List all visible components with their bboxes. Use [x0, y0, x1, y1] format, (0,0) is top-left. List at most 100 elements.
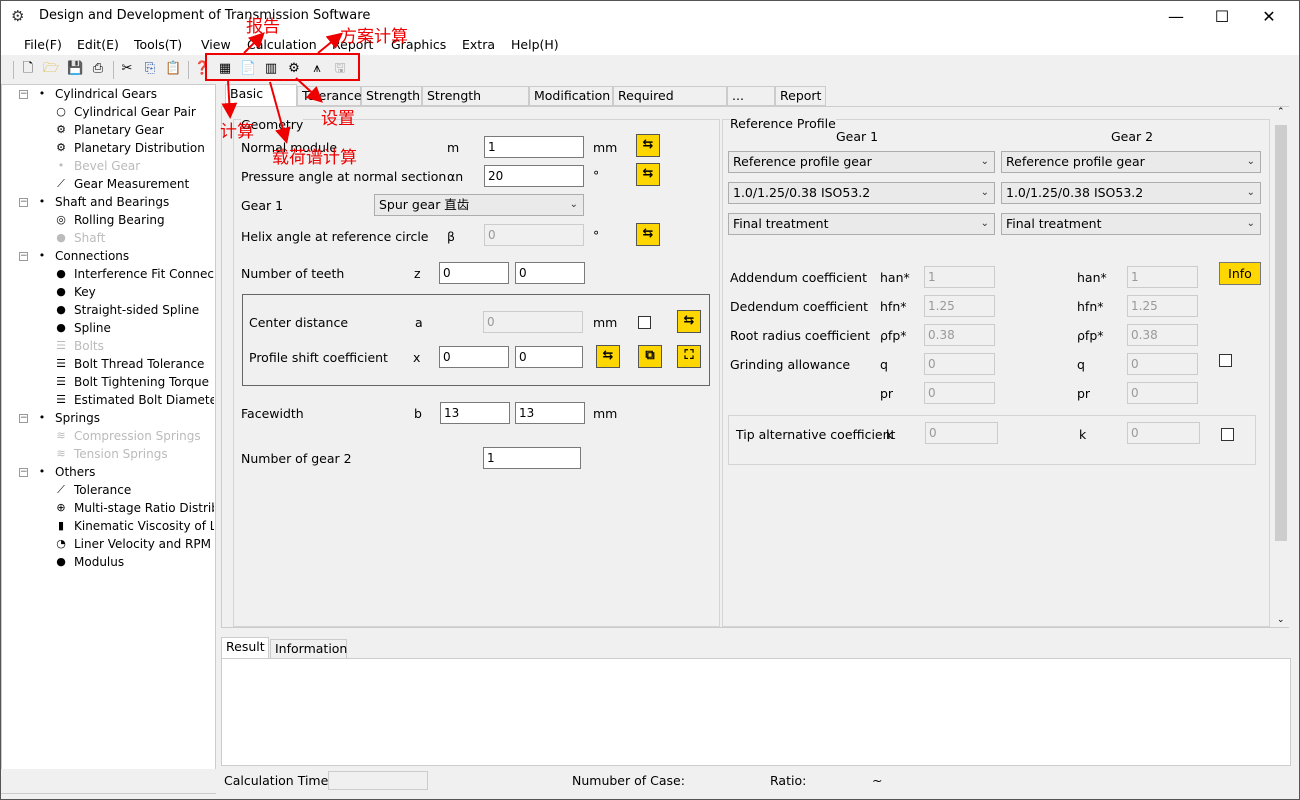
tree-item[interactable]: ○ Cylindrical Gear Pair: [2, 103, 214, 121]
center-distance-checkbox[interactable]: [638, 316, 651, 329]
facewidth-gear1-input[interactable]: 13: [440, 402, 510, 424]
open-folder-icon[interactable]: 🗁: [43, 61, 59, 77]
tree-item[interactable]: ● Spline: [2, 319, 214, 337]
profile-shift-gear1-input[interactable]: 0: [439, 346, 509, 368]
grinding-allowance-checkbox[interactable]: [1219, 354, 1232, 367]
collapse-icon[interactable]: −: [19, 90, 28, 99]
menu-help[interactable]: Help(H): [511, 37, 559, 52]
tree-item-label: Rolling Bearing: [74, 213, 165, 227]
collapse-icon[interactable]: −: [19, 414, 28, 423]
maximize-button[interactable]: ☐: [1199, 1, 1245, 33]
collapse-icon[interactable]: −: [19, 198, 28, 207]
tree-item[interactable]: ☰ Bolt Tightening Torque: [2, 373, 214, 391]
menu-edit[interactable]: Edit(E): [77, 37, 119, 52]
basic-data-panel: Geometry Normal module m 1 mm ⇆ Pressure…: [221, 106, 1289, 628]
scroll-down-icon[interactable]: ⌄: [1277, 615, 1285, 625]
paste-icon[interactable]: 📋: [165, 61, 181, 77]
collapse-icon[interactable]: −: [19, 468, 28, 477]
tab-basic-data[interactable]: Basic data: [225, 84, 297, 119]
tab-required-safeties[interactable]: Required safeties: [613, 86, 727, 121]
gear2-standard-select[interactable]: 1.0/1.25/0.38 ISO53.2 ⌄: [1001, 182, 1261, 204]
tab-strength-factors[interactable]: Strength factors: [422, 86, 529, 121]
tree-item[interactable]: • Bevel Gear: [2, 157, 214, 175]
tree-group[interactable]: − • Others: [2, 463, 214, 481]
tree-item[interactable]: ● Interference Fit Connection: [2, 265, 214, 283]
tree-item[interactable]: ⟋ Tolerance: [2, 481, 214, 499]
tree-item[interactable]: ⚙ Planetary Distribution: [2, 139, 214, 157]
swap-center-distance-icon[interactable]: ⇆: [677, 310, 701, 333]
tree-item-label: Cylindrical Gear Pair: [74, 105, 196, 119]
menu-file[interactable]: File(F): [24, 37, 62, 52]
gear1-standard-select[interactable]: 1.0/1.25/0.38 ISO53.2 ⌄: [728, 182, 995, 204]
spline-icon: ●: [56, 321, 66, 334]
scroll-up-icon[interactable]: ⌃: [1277, 107, 1285, 117]
profile-shift-distribute-icon[interactable]: ⛶: [677, 345, 701, 368]
save-icon[interactable]: 💾: [67, 61, 83, 77]
annotation-report: 报告: [246, 17, 280, 37]
gear2-profile-select[interactable]: Reference profile gear ⌄: [1001, 151, 1261, 173]
facewidth-gear2-input[interactable]: 13: [515, 402, 585, 424]
normal-module-input[interactable]: 1: [484, 136, 584, 158]
tree-item[interactable]: ◎ Rolling Bearing: [2, 211, 214, 229]
menu-extra[interactable]: Extra: [462, 37, 495, 52]
swap-helix-angle-icon[interactable]: ⇆: [636, 223, 660, 246]
swap-pressure-angle-icon[interactable]: ⇆: [636, 163, 660, 186]
tree-group[interactable]: − • Springs: [2, 409, 214, 427]
cut-icon[interactable]: ✂: [119, 61, 135, 77]
tree-group[interactable]: − • Cylindrical Gears: [2, 85, 214, 103]
profile-row-symbol-gear2: hfn*: [1077, 299, 1104, 314]
collapse-icon[interactable]: −: [19, 252, 28, 261]
tree-item[interactable]: ● Modulus: [2, 553, 214, 571]
profile-shift-tool-icon[interactable]: ⧉: [638, 345, 662, 368]
profile-row-label: Addendum coefficient: [730, 270, 867, 285]
menu-tools[interactable]: Tools(T): [134, 37, 182, 52]
tree-item[interactable]: ⟋ Gear Measurement: [2, 175, 214, 193]
gear1-treatment-select[interactable]: Final treatment ⌄: [728, 213, 995, 235]
tab-report[interactable]: Report: [775, 86, 826, 106]
tree-item[interactable]: ☰ Bolts: [2, 337, 214, 355]
tab-more[interactable]: ...: [727, 86, 775, 106]
tree-group[interactable]: − • Shaft and Bearings: [2, 193, 214, 211]
minimize-button[interactable]: —: [1153, 1, 1199, 33]
tree-item[interactable]: ● Straight-sided Spline: [2, 301, 214, 319]
pressure-angle-input[interactable]: 20: [484, 165, 584, 187]
gear1-profile-select[interactable]: Reference profile gear ⌄: [728, 151, 995, 173]
teeth-gear2-input[interactable]: 0: [515, 262, 585, 284]
gear2-treatment-select[interactable]: Final treatment ⌄: [1001, 213, 1261, 235]
tree-item[interactable]: ☰ Bolt Thread Tolerance: [2, 355, 214, 373]
tab-strength[interactable]: Strength: [361, 86, 422, 106]
tree-item[interactable]: ● Shaft: [2, 229, 214, 247]
main-scrollbar[interactable]: ⌃ ⌄: [1273, 107, 1289, 627]
gear-type-select[interactable]: Spur gear 直齿 ⌄: [374, 194, 584, 216]
tip-alt-checkbox[interactable]: [1221, 428, 1234, 441]
teeth-gear1-input[interactable]: 0: [439, 262, 509, 284]
swap-profile-shift-icon[interactable]: ⇆: [596, 345, 620, 368]
print-icon[interactable]: ⎙: [90, 61, 106, 77]
new-file-icon[interactable]: 🗋: [20, 61, 36, 77]
tree-item[interactable]: ◔ Liner Velocity and RPM: [2, 535, 214, 553]
swap-module-icon[interactable]: ⇆: [636, 134, 660, 157]
tree-item[interactable]: ☰ Estimated Bolt Diameter: [2, 391, 214, 409]
tab-tolerance[interactable]: Tolerance: [297, 86, 362, 106]
menu-calculation[interactable]: Calculation: [247, 37, 317, 52]
tree-item[interactable]: ≋ Compression Springs: [2, 427, 214, 445]
tree-group[interactable]: − • Connections: [2, 247, 214, 265]
tab-information[interactable]: Information: [270, 639, 347, 659]
menu-view[interactable]: View: [201, 37, 231, 52]
chevron-down-icon: ⌄: [569, 199, 578, 210]
tree-item[interactable]: ▮ Kinematic Viscosity of Lubricant: [2, 517, 214, 535]
tab-modification[interactable]: Modification: [529, 86, 613, 106]
center-distance-input: 0: [483, 311, 583, 333]
gear2-count-input[interactable]: 1: [483, 447, 581, 469]
tab-result[interactable]: Result: [221, 637, 269, 659]
close-button[interactable]: ✕: [1246, 1, 1292, 33]
facewidth-symbol: b: [414, 406, 422, 421]
profile-shift-gear2-input[interactable]: 0: [515, 346, 583, 368]
copy-icon[interactable]: ⎘: [142, 61, 158, 77]
tree-item[interactable]: ⚙ Planetary Gear: [2, 121, 214, 139]
tree-item[interactable]: ≋ Tension Springs: [2, 445, 214, 463]
scrollbar-thumb[interactable]: [1275, 125, 1287, 541]
tree-item[interactable]: ● Key: [2, 283, 214, 301]
info-button[interactable]: Info: [1219, 262, 1261, 285]
tree-item[interactable]: ⊕ Multi-stage Ratio Distribution: [2, 499, 214, 517]
